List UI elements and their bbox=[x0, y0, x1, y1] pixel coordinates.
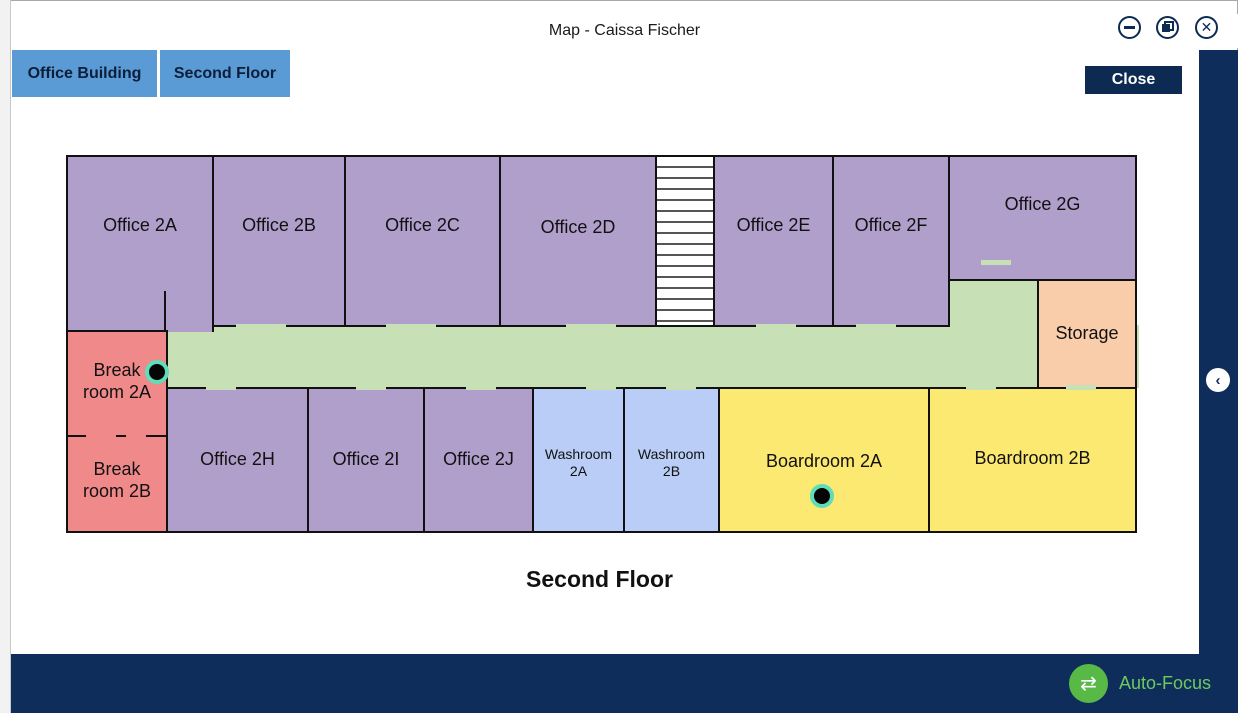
floor-plan: Office 2A Office 2B Office 2C Office 2D … bbox=[66, 155, 1139, 533]
door-gap bbox=[981, 260, 1011, 265]
room-office-2j[interactable]: Office 2J bbox=[423, 387, 534, 533]
room-label: Office 2A bbox=[103, 215, 177, 235]
floor-title: Second Floor bbox=[526, 566, 673, 592]
room-label: Break room 2A bbox=[82, 360, 152, 402]
room-label: Office 2J bbox=[443, 449, 514, 469]
chevron-left-icon[interactable]: ‹ bbox=[1206, 368, 1230, 392]
location-marker-icon[interactable] bbox=[145, 360, 169, 384]
title-bar: Map - Caissa Fischer ✕ bbox=[11, 14, 1238, 48]
window-left-edge bbox=[0, 0, 11, 713]
door-gap bbox=[356, 385, 386, 390]
door-gap bbox=[586, 385, 616, 390]
room-office-2h[interactable]: Office 2H bbox=[166, 387, 309, 533]
side-panel-rail bbox=[1199, 50, 1238, 654]
door-gap bbox=[966, 385, 996, 390]
autofocus-label[interactable]: Auto-Focus bbox=[1119, 673, 1211, 694]
door-gap bbox=[666, 385, 696, 390]
room-office-2g[interactable]: Office 2G bbox=[948, 155, 1137, 281]
location-marker-icon[interactable] bbox=[810, 484, 834, 508]
room-label: Storage bbox=[1055, 323, 1119, 343]
door-gap bbox=[756, 324, 796, 329]
door-gap bbox=[206, 385, 236, 390]
door-gap bbox=[126, 433, 146, 438]
room-office-2b[interactable]: Office 2B bbox=[212, 155, 346, 327]
room-label: Boardroom 2B bbox=[974, 448, 1091, 468]
room-storage[interactable]: Storage bbox=[1037, 279, 1137, 390]
room-label: Office 2I bbox=[332, 449, 400, 469]
room-label: Office 2G bbox=[1004, 194, 1081, 214]
close-icon[interactable]: ✕ bbox=[1195, 16, 1218, 39]
room-label: Office 2D bbox=[540, 217, 616, 237]
room-label: Break room 2B bbox=[82, 459, 152, 501]
minimize-icon[interactable] bbox=[1118, 16, 1141, 39]
door-gap bbox=[86, 433, 116, 438]
breadcrumb-second-floor[interactable]: Second Floor bbox=[160, 50, 290, 97]
door-gap bbox=[386, 324, 436, 329]
room-label: Office 2F bbox=[854, 215, 928, 235]
door-gap bbox=[856, 324, 896, 329]
room-washroom-2b[interactable]: Washroom 2B bbox=[623, 387, 720, 533]
room-office-2c[interactable]: Office 2C bbox=[344, 155, 501, 327]
restore-icon[interactable] bbox=[1156, 16, 1179, 39]
room-office-2a-lower bbox=[66, 291, 166, 332]
breadcrumb-office-building[interactable]: Office Building bbox=[12, 50, 157, 97]
door-gap bbox=[466, 385, 496, 390]
room-label: Washroom 2B bbox=[637, 446, 706, 479]
bottom-toolbar bbox=[11, 654, 1238, 713]
room-break-room-2b[interactable]: Break room 2B bbox=[66, 435, 168, 533]
room-label: Washroom 2A bbox=[544, 446, 613, 479]
room-label: Office 2C bbox=[385, 215, 460, 235]
room-boardroom-2a[interactable]: Boardroom 2A bbox=[718, 387, 930, 533]
door-gap bbox=[1066, 385, 1096, 390]
room-office-2e[interactable]: Office 2E bbox=[713, 155, 834, 327]
staircase bbox=[655, 155, 715, 327]
door-gap bbox=[566, 324, 616, 329]
room-office-2f[interactable]: Office 2F bbox=[832, 155, 950, 327]
window-title: Map - Caissa Fischer bbox=[548, 22, 701, 39]
room-label: Office 2B bbox=[242, 215, 316, 235]
room-label: Office 2E bbox=[736, 215, 811, 235]
room-label: Boardroom 2A bbox=[765, 451, 883, 471]
room-office-2d[interactable]: Office 2D bbox=[499, 155, 657, 327]
room-office-2i[interactable]: Office 2I bbox=[307, 387, 425, 533]
swap-arrows-icon[interactable]: ⇄ bbox=[1069, 664, 1108, 703]
room-washroom-2a[interactable]: Washroom 2A bbox=[532, 387, 625, 533]
door-gap bbox=[236, 324, 286, 329]
close-button[interactable]: Close bbox=[1085, 66, 1182, 94]
room-label: Office 2H bbox=[200, 449, 275, 469]
room-boardroom-2b[interactable]: Boardroom 2B bbox=[928, 387, 1137, 533]
